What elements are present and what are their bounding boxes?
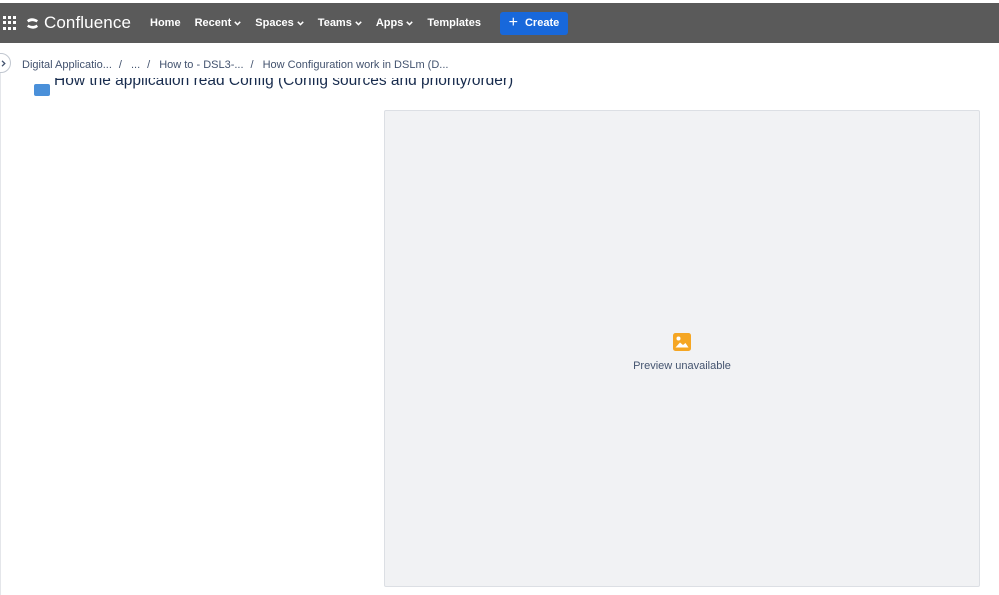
breadcrumb-separator: /: [147, 59, 151, 71]
primary-nav: Home Recent Spaces Teams Apps Templates: [143, 3, 488, 43]
top-navigation-bar: Confluence Home Recent Spaces Teams Apps…: [0, 3, 999, 43]
breadcrumb-item-ellipsis[interactable]: ...: [131, 59, 140, 71]
chevron-down-icon: [355, 20, 362, 26]
nav-apps-label: Apps: [375, 17, 404, 29]
confluence-logo[interactable]: Confluence: [26, 13, 131, 33]
nav-home[interactable]: Home: [143, 3, 188, 43]
chevron-down-icon: [297, 20, 304, 26]
chevron-down-icon: [234, 20, 242, 26]
create-button-label: Create: [524, 17, 560, 29]
logo-text: Confluence: [44, 13, 132, 32]
nav-teams-label: Teams: [317, 17, 352, 29]
breadcrumb-item-how-to[interactable]: How to - DSL3-...: [159, 59, 243, 71]
image-icon: [673, 333, 691, 351]
confluence-logo-icon: [27, 17, 38, 29]
chevron-right-icon: [1, 59, 6, 67]
page-title-text: How the application read Config (Config …: [54, 78, 514, 89]
chevron-down-icon: [406, 20, 414, 26]
create-button[interactable]: + Create: [499, 11, 568, 35]
sidebar-divider: [0, 73, 1, 595]
nav-recent[interactable]: Recent: [188, 3, 249, 43]
nav-home-label: Home: [150, 17, 181, 29]
page-emoji-icon: [34, 84, 50, 96]
nav-templates-label: Templates: [427, 17, 481, 29]
plus-icon: +: [508, 14, 518, 31]
nav-spaces[interactable]: Spaces: [248, 3, 311, 43]
preview-placeholder: Preview unavailable: [385, 333, 979, 372]
breadcrumb-separator: /: [118, 59, 122, 71]
nav-teams[interactable]: Teams: [311, 3, 369, 43]
breadcrumb: Digital Applicatio... / ... / How to - D…: [22, 58, 448, 72]
breadcrumb-separator: /: [250, 59, 254, 71]
breadcrumb-item-space[interactable]: Digital Applicatio...: [22, 59, 112, 71]
nav-apps[interactable]: Apps: [369, 3, 421, 43]
attachment-preview[interactable]: Preview unavailable: [384, 110, 980, 587]
app-switcher-icon[interactable]: [3, 16, 17, 30]
page-title: How the application read Config (Config …: [34, 78, 513, 96]
preview-unavailable-text: Preview unavailable: [633, 360, 731, 372]
nav-recent-label: Recent: [194, 17, 232, 29]
breadcrumb-item-parent-page[interactable]: How Configuration work in DSLm (D...: [263, 59, 449, 71]
nav-templates[interactable]: Templates: [420, 3, 488, 43]
expand-sidebar-button[interactable]: [0, 53, 11, 73]
nav-spaces-label: Spaces: [255, 17, 294, 29]
